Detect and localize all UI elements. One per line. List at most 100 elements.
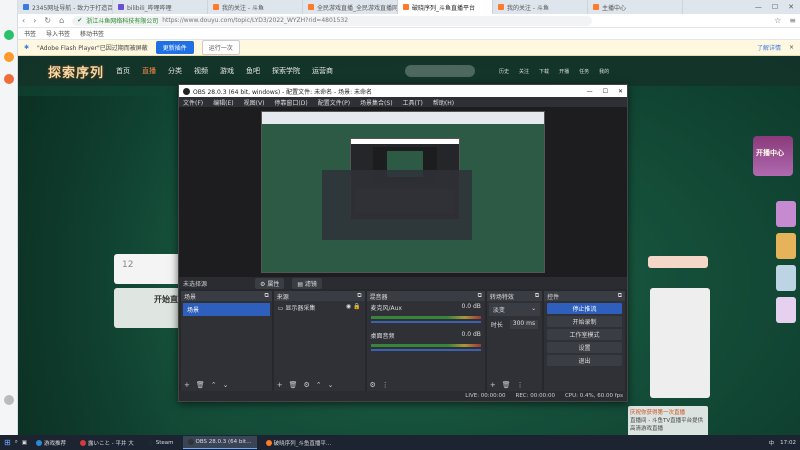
minimize-icon[interactable]: — bbox=[587, 88, 593, 95]
douyu-nav-item[interactable]: 直播 bbox=[142, 66, 156, 76]
browser-tab[interactable]: bilibili_哔哩哔哩 bbox=[113, 0, 208, 14]
volume-slider[interactable] bbox=[370, 321, 481, 323]
duration-input[interactable]: 300 ms bbox=[509, 320, 539, 329]
back-icon[interactable]: ‹ bbox=[22, 16, 25, 25]
badge-icon[interactable] bbox=[776, 297, 796, 323]
side-app-icon-1[interactable] bbox=[4, 30, 14, 40]
taskbar-app[interactable]: 游戏推荐 bbox=[31, 436, 71, 449]
douyu-header-icon[interactable]: 关注 bbox=[519, 68, 529, 75]
card-icon[interactable] bbox=[776, 265, 796, 291]
browser-tab[interactable]: 2345网址导航 - 致力于打造百年… bbox=[18, 0, 113, 14]
right-event-badge[interactable]: 开播中心 bbox=[753, 136, 793, 176]
bookmark-item[interactable]: 移动书签 bbox=[80, 29, 104, 38]
douyu-header-icon[interactable]: 历史 bbox=[499, 68, 509, 75]
reload-icon[interactable]: ↻ bbox=[44, 16, 51, 25]
douyu-logo[interactable]: 探索序列 bbox=[48, 62, 104, 81]
douyu-nav-item[interactable]: 探索学院 bbox=[272, 66, 300, 76]
obs-menu-item[interactable]: 场景集合(S) bbox=[360, 98, 393, 107]
settings-icon[interactable] bbox=[4, 395, 14, 405]
obs-menu-item[interactable]: 工具(T) bbox=[403, 98, 423, 107]
bookmark-item[interactable]: 导入书签 bbox=[46, 29, 70, 38]
browser-tab[interactable]: 全民游戏直播_全民游戏直播网站 bbox=[303, 0, 398, 14]
move-up-icon[interactable]: ⌃ bbox=[211, 381, 217, 389]
exit-button[interactable]: 退出 bbox=[547, 355, 622, 366]
obs-menu-item[interactable]: 停靠窗口(D) bbox=[274, 98, 307, 107]
obs-menu-item[interactable]: 文件(F) bbox=[183, 98, 203, 107]
close-icon[interactable]: × bbox=[789, 44, 794, 51]
douyu-nav-item[interactable]: 鱼吧 bbox=[246, 66, 260, 76]
trophy-icon[interactable] bbox=[776, 233, 796, 259]
douyu-nav-item[interactable]: 运营商 bbox=[312, 66, 333, 76]
star-icon[interactable]: ☆ bbox=[774, 16, 781, 25]
filters-button[interactable]: ▤ 滤镜 bbox=[292, 277, 322, 289]
close-icon[interactable]: ✕ bbox=[618, 88, 623, 95]
forward-icon[interactable]: › bbox=[33, 16, 36, 25]
right-small-chip[interactable] bbox=[648, 256, 708, 268]
obs-title-bar[interactable]: OBS 28.0.3 (64 bit, windows) - 配置文件: 未命名… bbox=[179, 85, 627, 97]
douyu-search-input[interactable] bbox=[405, 65, 476, 77]
properties-button[interactable]: ⚙ 属性 bbox=[255, 277, 285, 289]
obs-menu-item[interactable]: 编辑(E) bbox=[213, 98, 233, 107]
remove-transition-icon[interactable]: 🗑 bbox=[502, 381, 511, 389]
taskbar-app[interactable]: 露いこと - 平井 大 bbox=[75, 436, 139, 449]
move-down-icon[interactable]: ⌄ bbox=[328, 381, 334, 389]
gear-icon[interactable]: ⚙ bbox=[370, 381, 376, 389]
update-plugin-button[interactable]: 更新插件 bbox=[155, 41, 194, 54]
taskbar-app[interactable]: 破晓序列_斗鱼直播平… bbox=[261, 436, 337, 449]
side-app-icon-3[interactable] bbox=[4, 74, 14, 84]
task-view-icon[interactable]: ▣ bbox=[22, 440, 27, 446]
move-up-icon[interactable]: ⌃ bbox=[316, 381, 322, 389]
volume-slider[interactable] bbox=[370, 349, 481, 351]
address-bar[interactable]: ✔ 浙江斗鱼网络科技有限公司 https://www.douyu.com/top… bbox=[72, 15, 593, 26]
taskbar-app[interactable]: OBS 28.0.3 (64 bit… bbox=[182, 436, 257, 449]
douyu-nav-item[interactable]: 视频 bbox=[194, 66, 208, 76]
transition-select[interactable]: 淡变 ⌄ bbox=[488, 303, 541, 316]
home-icon[interactable]: ⌂ bbox=[59, 16, 64, 25]
windows-start-icon[interactable]: ⊞ bbox=[4, 438, 11, 447]
douyu-nav-item[interactable]: 游戏 bbox=[220, 66, 234, 76]
menu-icon[interactable]: ≡ bbox=[789, 16, 796, 25]
douyu-header-icon[interactable]: 任务 bbox=[579, 68, 589, 75]
douyu-nav-item[interactable]: 首页 bbox=[116, 66, 130, 76]
maximize-icon[interactable]: ☐ bbox=[772, 3, 778, 11]
add-source-icon[interactable]: + bbox=[277, 381, 283, 389]
douyu-header-icon[interactable]: 下载 bbox=[539, 68, 549, 75]
close-icon[interactable]: ✕ bbox=[788, 3, 794, 11]
undock-icon[interactable]: ⧉ bbox=[264, 292, 268, 300]
remove-scene-icon[interactable]: 🗑 bbox=[196, 381, 205, 389]
source-item[interactable]: ▭ 显示器采集 ◉ 🔒 bbox=[274, 301, 365, 314]
browser-tab[interactable]: 主播中心 bbox=[588, 0, 683, 14]
run-once-button[interactable]: 运行一次 bbox=[201, 40, 240, 55]
minimize-icon[interactable]: — bbox=[755, 3, 762, 11]
undock-icon[interactable]: ⧉ bbox=[535, 292, 539, 300]
scene-item[interactable]: 场景 bbox=[183, 303, 270, 316]
gift-icon[interactable] bbox=[776, 201, 796, 227]
obs-menu-item[interactable]: 配置文件(P) bbox=[318, 98, 350, 107]
move-down-icon[interactable]: ⌄ bbox=[223, 381, 229, 389]
browser-tab[interactable]: 我的关注 - 斗鱼 bbox=[493, 0, 588, 14]
douyu-header-icon[interactable]: 我的 bbox=[599, 68, 609, 75]
obs-preview[interactable] bbox=[179, 107, 627, 277]
gear-icon[interactable]: ⚙ bbox=[304, 381, 310, 389]
undock-icon[interactable]: ⧉ bbox=[618, 292, 622, 300]
undock-icon[interactable]: ⧉ bbox=[478, 292, 482, 300]
settings-button[interactable]: 设置 bbox=[547, 342, 622, 353]
search-icon[interactable]: ⌕ bbox=[15, 439, 18, 446]
lock-icon[interactable]: 🔒 bbox=[353, 303, 360, 310]
douyu-nav-item[interactable]: 分类 bbox=[168, 66, 182, 76]
remove-source-icon[interactable]: 🗑 bbox=[289, 381, 298, 389]
maximize-icon[interactable]: ☐ bbox=[603, 88, 608, 95]
bookmark-item[interactable]: 书签 bbox=[24, 29, 36, 38]
more-icon[interactable]: ⋮ bbox=[517, 381, 524, 389]
obs-menu-item[interactable]: 帮助(H) bbox=[433, 98, 454, 107]
clock[interactable]: 17:02 bbox=[780, 440, 796, 446]
ime-indicator[interactable]: 中 bbox=[769, 439, 775, 447]
learn-more-link[interactable]: 了解详情 bbox=[757, 43, 781, 52]
side-app-icon-2[interactable] bbox=[4, 52, 14, 62]
obs-menu-item[interactable]: 视图(V) bbox=[244, 98, 265, 107]
add-transition-icon[interactable]: + bbox=[490, 381, 496, 389]
stop-streaming-button[interactable]: 停止推流 bbox=[547, 303, 622, 314]
undock-icon[interactable]: ⧉ bbox=[357, 292, 361, 300]
taskbar-app[interactable]: Steam bbox=[143, 436, 179, 449]
douyu-header-icon[interactable]: 开播 bbox=[559, 68, 569, 75]
